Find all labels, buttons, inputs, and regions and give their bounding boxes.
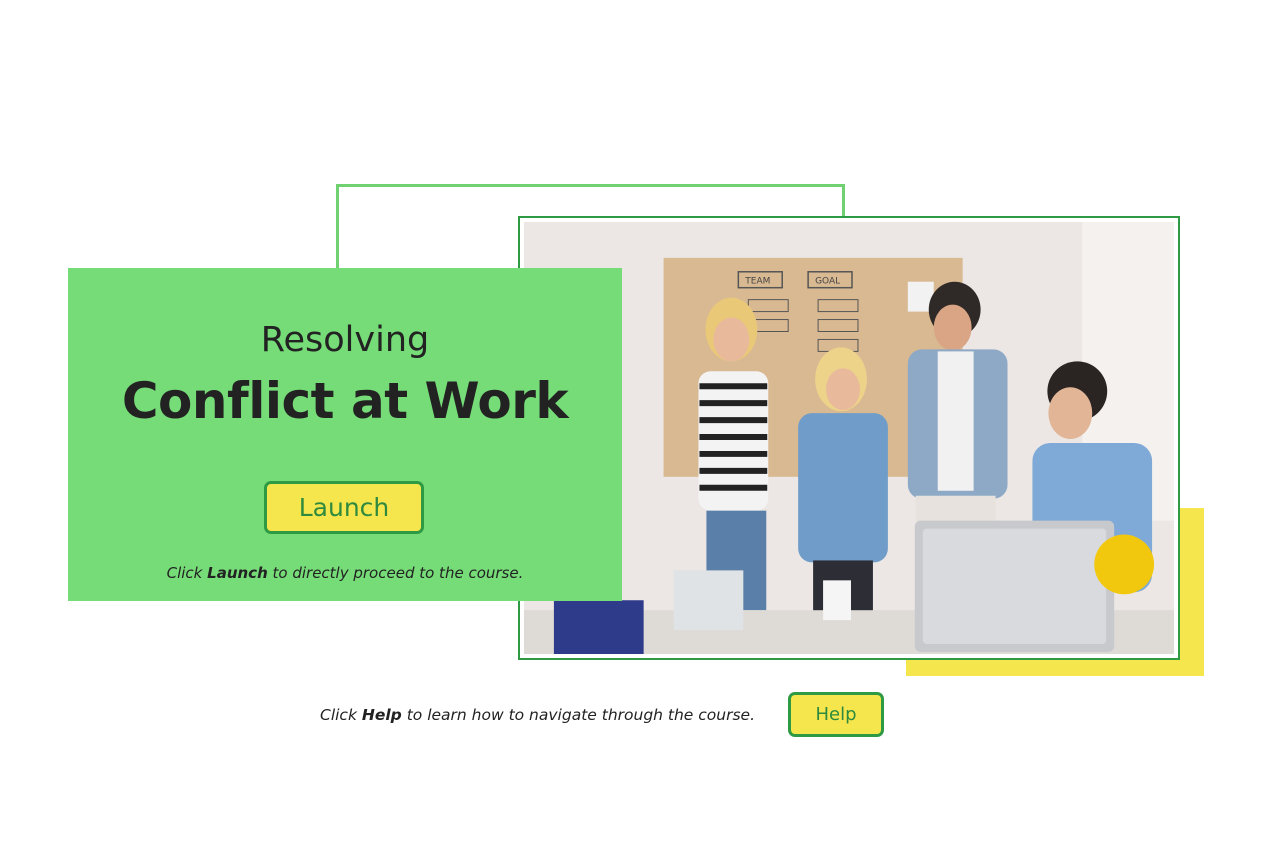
launch-button[interactable]: Launch bbox=[264, 481, 424, 534]
launch-hint-suffix: to directly proceed to the course. bbox=[267, 564, 524, 582]
board-label-goal: GOAL bbox=[815, 277, 840, 287]
course-title-panel: Resolving Conflict at Work Launch Click … bbox=[68, 268, 622, 601]
help-button[interactable]: Help bbox=[788, 692, 884, 737]
help-hint-prefix: Click bbox=[320, 706, 362, 724]
help-hint-keyword: Help bbox=[361, 706, 402, 724]
launch-hint: Click Launch to directly proceed to the … bbox=[68, 564, 622, 582]
help-hint-suffix: to learn how to navigate through the cou… bbox=[401, 706, 756, 724]
board-label-team: TEAM bbox=[744, 277, 770, 287]
launch-hint-keyword: Launch bbox=[207, 564, 268, 582]
help-hint: Click Help to learn how to navigate thro… bbox=[320, 706, 755, 724]
course-subtitle: Resolving bbox=[260, 320, 430, 360]
launch-hint-prefix: Click bbox=[166, 564, 208, 582]
help-row: Click Help to learn how to navigate thro… bbox=[0, 692, 1269, 738]
course-title: Conflict at Work bbox=[121, 372, 569, 430]
